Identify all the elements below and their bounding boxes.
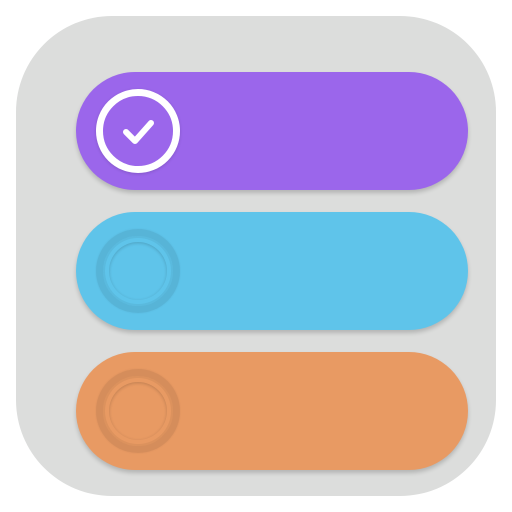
app-icon-background: [16, 16, 496, 496]
check-icon: [123, 120, 154, 144]
list-item-orange[interactable]: [76, 352, 468, 470]
checkbox-unchecked[interactable]: [96, 229, 180, 313]
checkbox-checked[interactable]: [96, 89, 180, 173]
list-item-blue[interactable]: [76, 212, 468, 330]
checkbox-unchecked[interactable]: [96, 369, 180, 453]
list-item-purple[interactable]: [76, 72, 468, 190]
